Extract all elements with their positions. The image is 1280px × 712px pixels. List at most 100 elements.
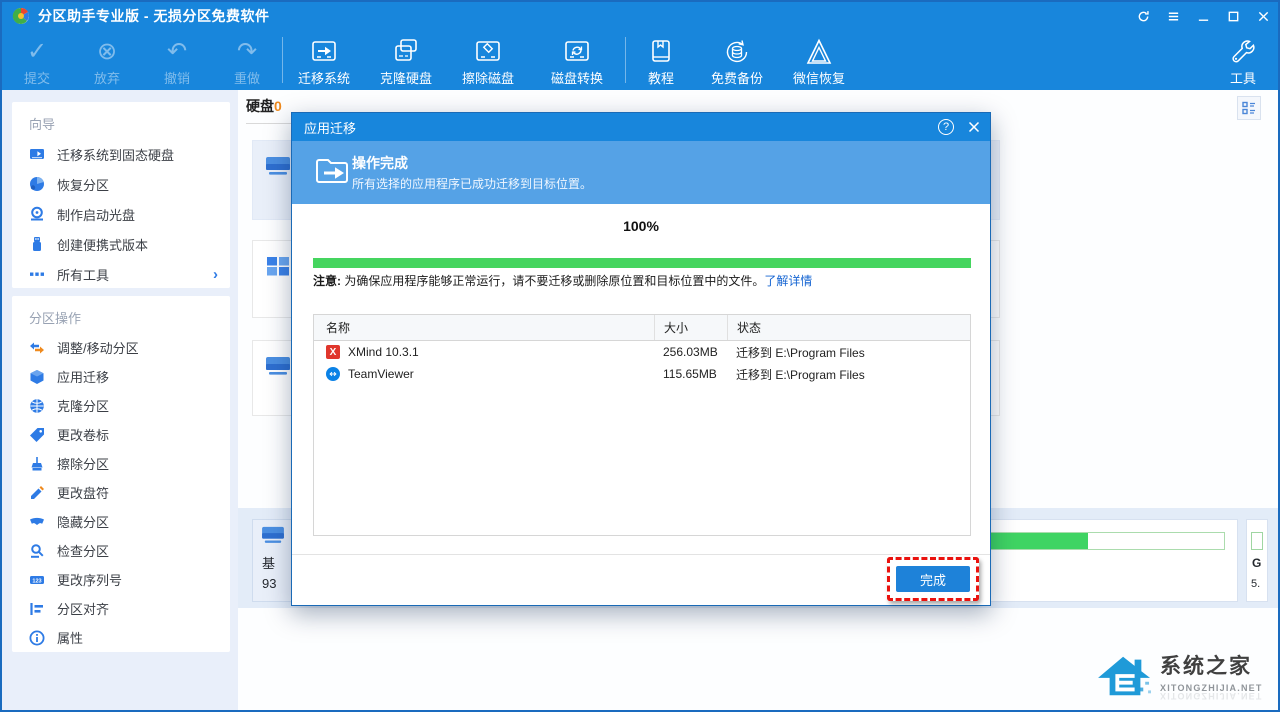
partition-letter: G: [1252, 556, 1261, 570]
watermark: 系统之家 XITONGZHIJIA.NET XITONGZHIJIA.NET: [1096, 650, 1280, 701]
list-view-icon: [1242, 101, 1256, 115]
check-magnifier-icon: [29, 543, 45, 559]
app-logo-icon: [12, 7, 30, 25]
sidebar-item-hide-partition[interactable]: 隐藏分区: [12, 507, 230, 536]
recover-partition-icon: [29, 176, 45, 192]
view-toggle-button[interactable]: [1237, 96, 1261, 120]
sidebar-item-change-label[interactable]: 更改卷标: [12, 420, 230, 449]
column-header-size[interactable]: 大小: [654, 315, 727, 340]
sidebar-item-check-partition[interactable]: 检查分区: [12, 536, 230, 565]
chevron-right-icon: ›: [213, 266, 218, 283]
sidebar-item-wipe-partition[interactable]: 擦除分区: [12, 449, 230, 478]
sidebar-item-migrate-os-to-ssd[interactable]: 迁移系统到固态硬盘: [12, 139, 230, 169]
footer-divider: [292, 554, 990, 555]
sidebar-item-properties[interactable]: 属性: [12, 623, 230, 652]
column-header-name[interactable]: 名称: [314, 315, 654, 340]
redo-button[interactable]: ↷ 重做: [212, 30, 282, 90]
wechat-recovery-button[interactable]: 微信恢复: [778, 30, 860, 90]
partition-block-small[interactable]: G 5.: [1246, 519, 1268, 602]
sidebar-item-recover-partition[interactable]: 恢复分区: [12, 169, 230, 199]
dialog-close-button[interactable]: [968, 121, 980, 133]
wizard-card: 向导 迁移系统到固态硬盘 恢复分区 制作启动光盘 创建便携式版本 所有工具 ›: [12, 102, 230, 288]
main-toolbar: ✓ 提交 ⊗ 放弃 ↶ 撤销 ↷ 重做 迁移系统 克隆硬盘: [2, 30, 1278, 90]
dialog-banner: 操作完成 所有选择的应用程序已成功迁移到目标位置。: [292, 141, 990, 204]
sidebar-item-change-serial[interactable]: 123 更改序列号: [12, 565, 230, 594]
ssd-migrate-icon: [29, 146, 45, 162]
window-titlebar: 分区助手专业版 - 无损分区免费软件: [2, 2, 1278, 30]
sidebar-item-resize-move-partition[interactable]: 调整/移动分区: [12, 333, 230, 362]
backup-database-icon: [722, 37, 752, 67]
sidebar-item-partition-align[interactable]: 分区对齐: [12, 594, 230, 623]
sidebar-item-change-drive-letter[interactable]: 更改盘符: [12, 478, 230, 507]
portable-usb-icon: [29, 236, 45, 252]
dialog-titlebar: 应用迁移 ?: [292, 113, 990, 141]
help-icon[interactable]: ?: [938, 119, 954, 135]
app-title: 分区助手专业版 - 无损分区免费软件: [38, 6, 269, 26]
wechat-recovery-icon: [804, 37, 834, 67]
disk-type-text: 基: [262, 553, 275, 572]
partition-size: 5.: [1251, 578, 1260, 590]
disk-title: 硬盘0: [246, 96, 282, 116]
dialog-title: 应用迁移: [304, 118, 356, 137]
redo-icon: ↷: [237, 37, 257, 67]
cancel-circle-icon: ⊗: [97, 37, 117, 67]
sidebar-item-make-boot-disc[interactable]: 制作启动光盘: [12, 199, 230, 229]
watermark-domain: XITONGZHIJIA.NET: [1160, 683, 1263, 693]
wrench-icon: [1228, 37, 1258, 67]
clone-disk-button[interactable]: 克隆硬盘: [365, 30, 447, 90]
sidebar-item-app-mover[interactable]: 应用迁移: [12, 362, 230, 391]
clone-partition-icon: [29, 398, 45, 414]
convert-disk-button[interactable]: 磁盘转换: [529, 30, 625, 90]
disk-size-text: 93: [262, 576, 276, 591]
tools-button[interactable]: 工具: [1208, 30, 1278, 90]
disk-icon: [261, 525, 285, 545]
menu-icon[interactable]: [1158, 2, 1188, 30]
drive-letter-pencil-icon: [29, 485, 45, 501]
commit-button[interactable]: ✓ 提交: [2, 30, 72, 90]
progress-percent: 100%: [292, 218, 990, 234]
partition-ops-card: 分区操作 调整/移动分区 应用迁移 克隆分区 更改卷标 擦除分区: [12, 296, 230, 652]
column-header-status[interactable]: 状态: [727, 315, 970, 340]
info-icon: [29, 630, 45, 646]
table-header-row: 名称 大小 状态: [314, 315, 970, 341]
clone-disk-icon: [391, 37, 421, 67]
windows-partition-icon: [265, 255, 291, 277]
app-window: 分区助手专业版 - 无损分区免费软件 ✓ 提交 ⊗: [0, 0, 1280, 712]
wipe-disk-button[interactable]: 擦除磁盘: [447, 30, 529, 90]
free-backup-button[interactable]: 免费备份: [696, 30, 778, 90]
refresh-icon[interactable]: [1128, 2, 1158, 30]
minimize-button[interactable]: [1188, 2, 1218, 30]
xmind-icon: X: [326, 345, 340, 359]
teamviewer-icon: [326, 367, 340, 381]
migrated-apps-table: 名称 大小 状态 X XMind 10.3.1 256.03MB 迁移到 E:\…: [313, 314, 971, 536]
migrate-system-icon: [309, 37, 339, 67]
app-mover-dialog: 应用迁移 ? 操作完成 所有选择的应用程序已成功迁移到目标位置。 100% 注意…: [291, 112, 991, 606]
partition-ops-section-title: 分区操作: [12, 296, 230, 333]
partition-usage-bar: [1251, 532, 1263, 550]
tutorial-button[interactable]: 教程: [626, 30, 696, 90]
hide-mask-icon: [29, 514, 45, 530]
sidebar-item-clone-partition[interactable]: 克隆分区: [12, 391, 230, 420]
learn-more-link[interactable]: 了解详情: [764, 274, 812, 288]
xitongzhijia-logo-icon: [1096, 651, 1154, 701]
watermark-name: 系统之家: [1160, 650, 1263, 680]
discard-button[interactable]: ⊗ 放弃: [72, 30, 142, 90]
undo-button[interactable]: ↶ 撤销: [142, 30, 212, 90]
sidebar-item-all-tools[interactable]: 所有工具 ›: [12, 259, 230, 289]
finish-button[interactable]: 完成: [896, 566, 970, 592]
disk-icon: [265, 155, 291, 177]
check-icon: ✓: [27, 37, 47, 67]
note-text: 注意: 为确保应用程序能够正常运行，请不要迁移或删除原位置和目标位置中的文件。了…: [313, 272, 812, 289]
table-row[interactable]: X XMind 10.3.1 256.03MB 迁移到 E:\Program F…: [314, 341, 970, 363]
wizard-section-title: 向导: [12, 102, 230, 139]
maximize-button[interactable]: [1218, 2, 1248, 30]
disk-icon: [265, 355, 291, 377]
sidebar-item-create-portable[interactable]: 创建便携式版本: [12, 229, 230, 259]
wipe-brush-icon: [29, 456, 45, 472]
convert-disk-icon: [562, 37, 592, 67]
sidebar: 向导 迁移系统到固态硬盘 恢复分区 制作启动光盘 创建便携式版本 所有工具 ›: [2, 90, 238, 710]
migrate-system-button[interactable]: 迁移系统: [283, 30, 365, 90]
close-button[interactable]: [1248, 2, 1278, 30]
table-row[interactable]: TeamViewer 115.65MB 迁移到 E:\Program Files: [314, 363, 970, 385]
tutorial-book-icon: [646, 37, 676, 67]
